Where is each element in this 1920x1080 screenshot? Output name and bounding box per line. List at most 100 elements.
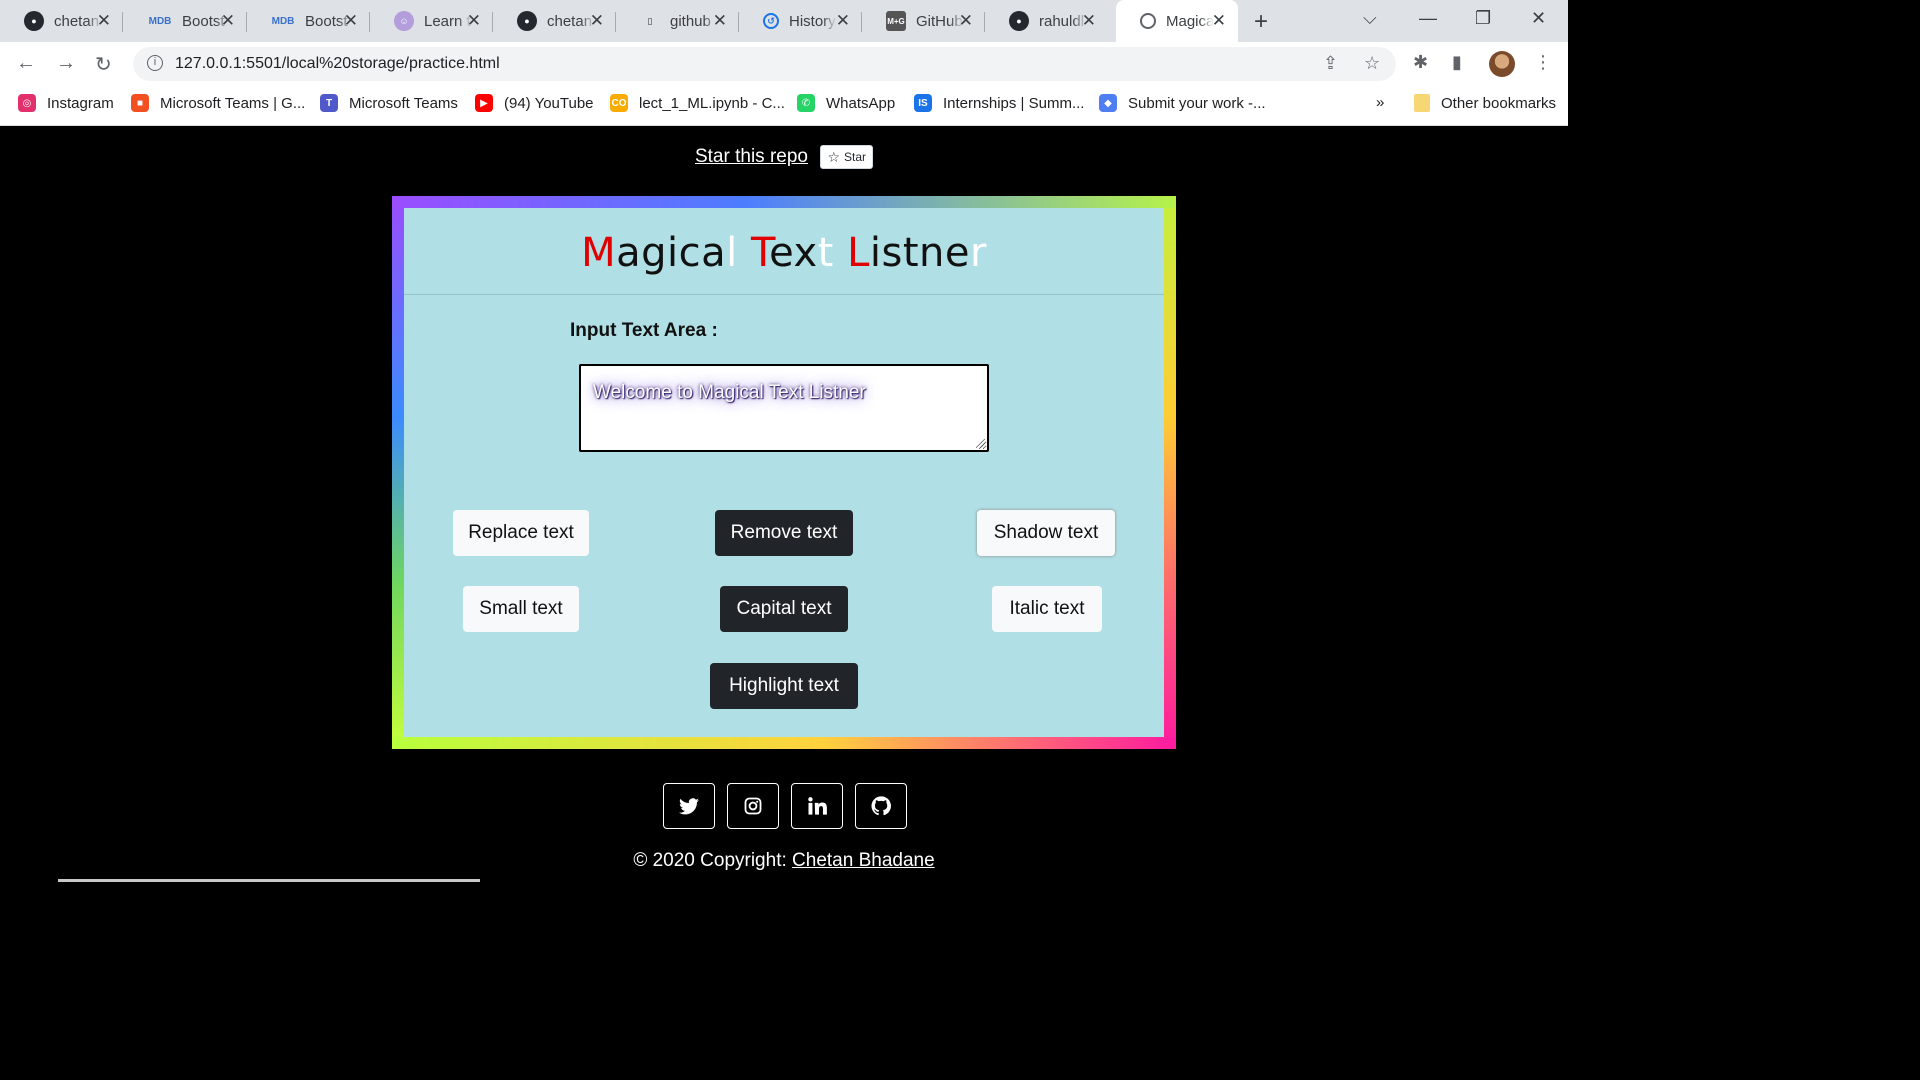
title-segment: istne bbox=[869, 230, 970, 276]
title-segment: r bbox=[969, 230, 987, 276]
address-bar[interactable]: i 127.0.0.1:5501/local%20storage/practic… bbox=[133, 47, 1396, 81]
title-segment: T bbox=[750, 230, 770, 276]
browser-tab[interactable]: ↺ History ✕ bbox=[739, 0, 862, 42]
mdb-icon: MDB bbox=[271, 15, 295, 27]
title-segment: ex bbox=[769, 230, 818, 276]
github-button[interactable] bbox=[855, 783, 907, 829]
bookmark-label: WhatsApp bbox=[826, 94, 896, 112]
reload-icon[interactable]: ↻ bbox=[95, 52, 112, 77]
title-segment bbox=[738, 230, 751, 276]
tab-search-icon[interactable]: ⌵ bbox=[1363, 8, 1377, 29]
gradient-frame: Magical Text Listner Input Text Area : W… bbox=[392, 196, 1176, 749]
internshala-icon: IS bbox=[914, 94, 932, 112]
twitter-button[interactable] bbox=[663, 783, 715, 829]
share-icon[interactable]: ⇪ bbox=[1323, 53, 1338, 74]
tab-title: Magica bbox=[1166, 12, 1214, 30]
close-window-icon[interactable]: ✕ bbox=[1531, 8, 1546, 29]
browser-tab[interactable]: Magica ✕ bbox=[1116, 0, 1238, 42]
browser-tab[interactable]: ▯ github ✕ bbox=[616, 0, 739, 42]
browser-tab[interactable]: M+G GitHub ✕ bbox=[862, 0, 985, 42]
url-text[interactable]: 127.0.0.1:5501/local%20storage/practice.… bbox=[175, 55, 500, 73]
bookmark-item[interactable]: ■ Microsoft Teams | G... bbox=[131, 94, 305, 112]
browser-tab[interactable]: ● chetan ✕ bbox=[0, 0, 123, 42]
bookmark-item[interactable]: T Microsoft Teams bbox=[320, 94, 458, 112]
bookmark-item[interactable]: IS Internships | Summ... bbox=[914, 94, 1084, 112]
new-tab-button[interactable]: + bbox=[1254, 8, 1268, 36]
linkedin-icon bbox=[807, 797, 827, 815]
resize-handle[interactable] bbox=[976, 439, 985, 448]
site-info-icon[interactable]: i bbox=[147, 55, 163, 71]
title-segment: t bbox=[817, 230, 834, 276]
page-title: Magical Text Listner bbox=[404, 230, 1164, 276]
capital-text-button[interactable]: Capital text bbox=[720, 586, 848, 632]
bookmark-item[interactable]: CO lect_1_ML.ipynb - C... bbox=[610, 94, 785, 112]
highlight-text-button[interactable]: Highlight text bbox=[710, 663, 858, 709]
restore-icon[interactable]: ❐ bbox=[1475, 8, 1491, 29]
title-segment: M bbox=[581, 230, 617, 276]
close-tab-icon[interactable]: ✕ bbox=[959, 11, 973, 31]
github-icon: ● bbox=[1009, 11, 1029, 31]
back-icon[interactable]: ← bbox=[16, 52, 36, 75]
bookmarks-overflow-icon[interactable]: » bbox=[1376, 94, 1384, 111]
extensions-icon[interactable]: ✱ bbox=[1413, 52, 1428, 73]
github-star-button[interactable]: ☆ Star bbox=[820, 145, 874, 169]
close-tab-icon[interactable]: ✕ bbox=[590, 11, 604, 31]
star-icon: ☆ bbox=[827, 148, 840, 165]
folder-icon bbox=[1414, 94, 1430, 112]
browser-tab[interactable]: MDB Bootst ✕ bbox=[124, 0, 247, 42]
close-tab-icon[interactable]: ✕ bbox=[221, 11, 235, 31]
star-repo-link[interactable]: Star this repo bbox=[695, 146, 808, 167]
close-tab-icon[interactable]: ✕ bbox=[1082, 11, 1096, 31]
star-button-label: Star bbox=[844, 150, 867, 164]
github-icon: ● bbox=[24, 11, 44, 31]
menu-icon[interactable]: ⋮ bbox=[1534, 52, 1552, 73]
close-tab-icon[interactable]: ✕ bbox=[467, 11, 481, 31]
close-tab-icon[interactable]: ✕ bbox=[836, 11, 850, 31]
history-icon: ↺ bbox=[763, 13, 779, 29]
minimize-icon[interactable]: — bbox=[1419, 8, 1437, 29]
bookmark-item[interactable]: ▶ (94) YouTube bbox=[475, 94, 594, 112]
close-tab-icon[interactable]: ✕ bbox=[344, 11, 358, 31]
tab-title: Learn t bbox=[424, 12, 471, 30]
browser-tab[interactable]: MDB Bootst ✕ bbox=[247, 0, 370, 42]
bookmark-item[interactable]: ◆ Submit your work -... bbox=[1099, 94, 1266, 112]
copyright: © 2020 Copyright: Chetan Bhadane bbox=[0, 850, 1568, 872]
close-tab-icon[interactable]: ✕ bbox=[1212, 11, 1226, 31]
page-content: Star this repo ☆ Star Magical Text Listn… bbox=[0, 127, 1568, 882]
browser-tab[interactable]: ● chetan ✕ bbox=[493, 0, 616, 42]
tab-separator bbox=[122, 12, 123, 32]
browser-tab[interactable]: ● rahuldl ✕ bbox=[985, 0, 1108, 42]
side-panel-icon[interactable]: ▮ bbox=[1452, 52, 1462, 73]
star-row: Star this repo ☆ Star bbox=[0, 145, 1568, 169]
replace-text-button[interactable]: Replace text bbox=[453, 510, 589, 556]
bookmark-item[interactable]: ✆ WhatsApp bbox=[797, 94, 895, 112]
italic-text-button[interactable]: Italic text bbox=[992, 586, 1102, 632]
tab-title: chetan bbox=[547, 12, 593, 30]
instagram-button[interactable] bbox=[727, 783, 779, 829]
text-input-area[interactable]: Welcome to Magical Text Listner bbox=[579, 364, 989, 452]
title-segment: agica bbox=[616, 230, 727, 276]
youtube-icon: ▶ bbox=[475, 94, 493, 112]
profile-avatar[interactable] bbox=[1489, 51, 1515, 77]
instagram-icon: ◎ bbox=[18, 94, 36, 112]
close-tab-icon[interactable]: ✕ bbox=[97, 11, 111, 31]
bookmark-item[interactable]: ◎ Instagram bbox=[18, 94, 114, 112]
shadow-text-button[interactable]: Shadow text bbox=[977, 510, 1115, 556]
author-link[interactable]: Chetan Bhadane bbox=[792, 850, 935, 871]
twitter-icon bbox=[679, 797, 699, 814]
forward-icon[interactable]: → bbox=[56, 52, 76, 75]
other-bookmarks[interactable]: Other bookmarks bbox=[1414, 94, 1556, 112]
browser-tab[interactable]: ☺ Learn t ✕ bbox=[370, 0, 493, 42]
close-tab-icon[interactable]: ✕ bbox=[713, 11, 727, 31]
instagram-icon bbox=[744, 797, 762, 815]
bookmark-star-icon[interactable]: ☆ bbox=[1364, 53, 1380, 74]
diamond-icon: ◆ bbox=[1099, 94, 1117, 112]
bookmark-label: Internships | Summ... bbox=[943, 94, 1085, 112]
horizontal-scrollbar[interactable] bbox=[58, 879, 480, 882]
input-label: Input Text Area : bbox=[570, 320, 718, 341]
mdb-icon: MDB bbox=[148, 15, 172, 27]
remove-text-button[interactable]: Remove text bbox=[715, 510, 853, 556]
linkedin-button[interactable] bbox=[791, 783, 843, 829]
small-text-button[interactable]: Small text bbox=[463, 586, 579, 632]
tab-title: chetan bbox=[54, 12, 100, 30]
